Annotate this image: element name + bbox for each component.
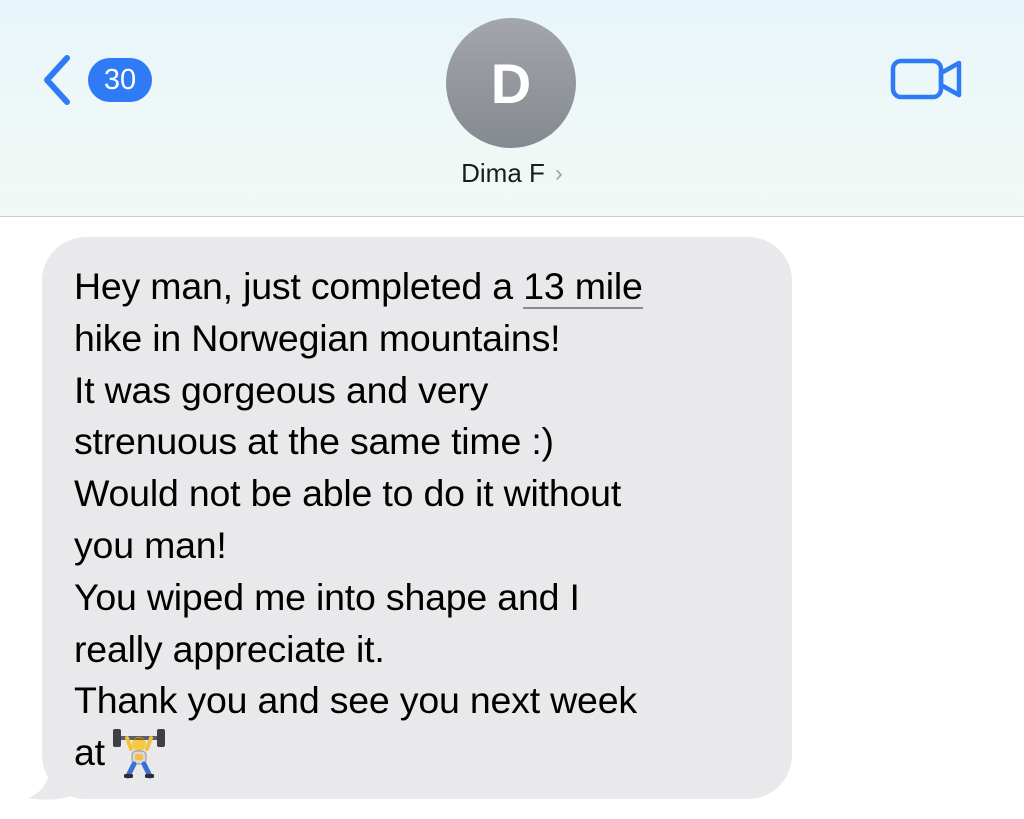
chevron-right-icon: › xyxy=(554,160,563,187)
message-line: you man! xyxy=(74,523,227,566)
message-line: strenuous at the same time :) xyxy=(74,420,554,463)
message-line: Would not be able to do it without xyxy=(74,472,622,515)
back-button[interactable]: 30 xyxy=(38,52,158,108)
message-text: Hey man, just completed a 13 mile hike i… xyxy=(74,261,762,779)
message-line: You wiped me into shape and I xyxy=(74,575,580,618)
message-line: really appreciate it. xyxy=(74,627,385,670)
avatar-initial: D xyxy=(490,51,532,115)
contact-name: Dima F xyxy=(461,158,545,188)
message-line: Thank you and see you next week xyxy=(74,679,637,722)
conversation-header: 30 D Dima F › xyxy=(0,0,1024,217)
video-camera-icon[interactable] xyxy=(890,56,964,102)
message-line: at xyxy=(74,727,762,779)
message-line: Hey man, just completed a 13 mile xyxy=(74,265,643,309)
chevron-left-icon xyxy=(44,55,70,105)
message-line: It was gorgeous and very xyxy=(74,368,489,411)
messages-conversation-screen: 30 D Dima F › Hey man, just completed a 1… xyxy=(0,0,1024,819)
message-line: hike in Norwegian mountains! xyxy=(74,316,561,359)
contact-name-button[interactable]: Dima F › xyxy=(0,158,1024,189)
contact-avatar[interactable]: D xyxy=(446,18,576,148)
detected-distance-link[interactable]: 13 mile xyxy=(523,265,643,309)
incoming-message-bubble[interactable]: Hey man, just completed a 13 mile hike i… xyxy=(42,237,792,799)
weightlifter-emoji-icon xyxy=(112,729,165,779)
unread-count-badge: 30 xyxy=(88,58,152,102)
